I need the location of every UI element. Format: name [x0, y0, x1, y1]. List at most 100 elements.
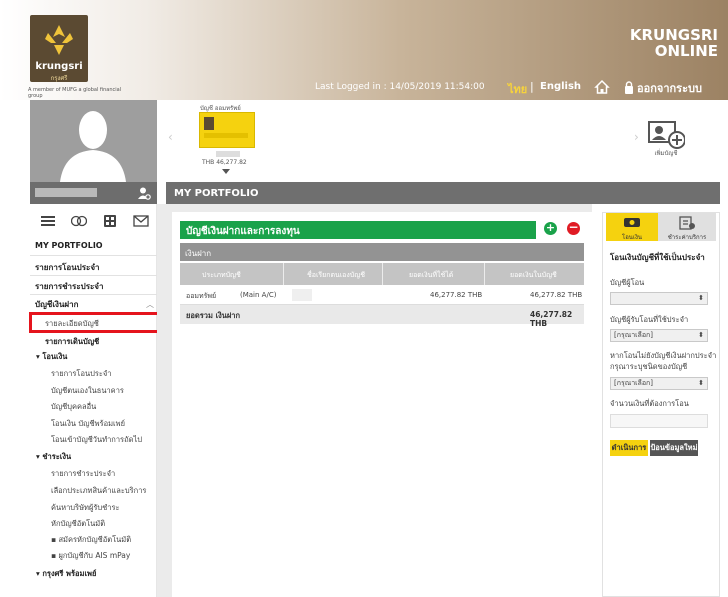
from-account-select[interactable]: ⬍ — [610, 292, 708, 305]
sidebar-pay-item[interactable]: รายการชำระประจำ — [51, 468, 115, 480]
sidebar-pay[interactable]: ▾ ชำระเงิน — [36, 451, 71, 463]
mufg-member-text: A member of MUFG a global financial grou… — [28, 87, 122, 99]
calculator-icon[interactable] — [102, 214, 118, 228]
account-card-balance: THB 46,277.82 — [202, 159, 247, 166]
cell-balance: 46,277.82 THB — [530, 291, 583, 299]
note-line-2: กรุณาระบุชนิดของบัญชี — [610, 362, 688, 371]
card-caret-icon[interactable] — [222, 169, 230, 174]
add-button[interactable]: + — [544, 222, 557, 235]
column-header: ยอดเงินในบัญชี — [510, 271, 557, 279]
column-separator — [283, 263, 284, 285]
username-masked — [35, 188, 97, 197]
sidebar-transfer-item[interactable]: โอนเงิน บัญชีพร้อมเพย์ — [51, 418, 125, 430]
lang-th-link[interactable]: ไทย — [508, 80, 527, 98]
quick-transfer-title: โอนเงินบัญชีที่ใช้เป็นประจำ — [610, 253, 705, 262]
sidebar-transfer-label: โอนเงิน — [42, 352, 68, 361]
deposit-subheader: เงินฝาก — [180, 243, 584, 261]
page-title: MY PORTFOLIO — [174, 188, 259, 199]
sidebar-transfer-item[interactable]: บัญชีตนเองในธนาคาร — [51, 385, 124, 397]
transfer-icon — [624, 218, 640, 227]
column-separator — [484, 263, 485, 285]
clear-button[interactable]: ป้อนข้อมูลใหม่ — [650, 440, 698, 456]
account-kind-value: [กรุณาเลือก] — [614, 379, 654, 387]
to-account-value: [กรุณาเลือก] — [614, 331, 654, 339]
table-total-row: ยอดรวม เงินฝาก 46,277.82 THB — [180, 305, 584, 328]
avatar — [30, 100, 157, 182]
sidebar-divider — [30, 255, 157, 256]
logo-subtext: กรุงศรี — [50, 75, 68, 82]
lang-en-link[interactable]: English — [540, 81, 581, 92]
sidebar-pay-subitem[interactable]: ▪ สมัครหักบัญชีอัตโนมัติ — [51, 534, 131, 546]
cell-main: (Main A/C) — [240, 291, 277, 299]
logout-button[interactable]: ออกจากระบบ — [624, 79, 702, 97]
page: krungsri กรุงศรี A member of MUFG a glob… — [0, 0, 728, 597]
payment-icon — [679, 216, 695, 230]
card-strip — [204, 133, 248, 138]
to-account-select[interactable]: [กรุณาเลือก] ⬍ — [610, 329, 708, 342]
mail-icon[interactable] — [133, 214, 149, 228]
logo-mark-icon — [45, 25, 73, 55]
table-header: ประเภทบัญชี ชื่อเรียกตนเองบัญชี ยอดเงินท… — [180, 263, 584, 285]
sidebar-pay-item[interactable]: เลือกประเภทสินค้าและบริการ — [51, 485, 146, 497]
sidebar-divider — [30, 275, 157, 276]
page-title-bar: MY PORTFOLIO — [166, 182, 720, 204]
sidebar-divider — [30, 294, 157, 295]
home-icon[interactable] — [594, 79, 610, 95]
sidebar-pay-subitem[interactable]: ▪ ผูกบัญชีกับ AIS mPay — [51, 550, 130, 562]
logout-label: ออกจากระบบ — [637, 82, 702, 95]
account-number-masked — [216, 151, 240, 157]
collapse-icon[interactable]: ︿ — [146, 299, 154, 310]
krungsri-logo[interactable]: krungsri กรุงศรี — [30, 15, 88, 82]
section-title: บัญชีเงินฝากและการลงทุน — [186, 226, 300, 237]
sidebar-transfer-item[interactable]: โอนเข้าบัญชีวันทำการถัดไป — [51, 434, 142, 446]
exchange-icon[interactable] — [71, 214, 87, 228]
from-account-label: บัญชีผู้โอน — [610, 278, 645, 287]
add-account-label: เพิ่มบัญชี — [654, 150, 678, 157]
sidebar-statement[interactable]: รายการเดินบัญชี — [45, 336, 99, 348]
brand-title: KRUNGSRI ONLINE — [630, 27, 718, 59]
chevron-down-icon: ⬍ — [698, 294, 704, 302]
sidebar-transfer-list[interactable]: รายการโอนประจำ — [35, 261, 100, 274]
sidebar-deposit[interactable]: บัญชีเงินฝาก — [35, 298, 78, 311]
highlight-box — [29, 312, 161, 333]
tab-payment[interactable]: ชำระค่าบริการ — [658, 213, 716, 241]
sidebar-payment-list[interactable]: รายการชำระประจำ — [35, 280, 103, 293]
card-chip — [204, 117, 214, 130]
sidebar-transfer[interactable]: ▾ โอนเงิน — [36, 351, 67, 363]
user-settings-icon[interactable] — [137, 186, 151, 200]
add-account-icon[interactable] — [647, 120, 685, 150]
column-header: ชื่อเรียกตนเองบัญชี — [307, 271, 365, 279]
sidebar-pay-subitem-label: สมัครหักบัญชีอัตโนมัติ — [58, 535, 132, 544]
submit-button[interactable]: ดำเนินการ — [610, 440, 648, 456]
cell-available: 46,277.82 THB — [430, 291, 483, 299]
column-header: ยอดเงินที่ใช้ได้ — [409, 271, 454, 279]
to-account-label: บัญชีผู้รับโอนที่ใช้ประจำ — [610, 315, 689, 324]
carousel-next-icon[interactable]: › — [634, 130, 639, 144]
section-header: บัญชีเงินฝากและการลงทุน — [180, 221, 536, 239]
amount-label: จำนวนเงินที่ต้องการโอน — [610, 399, 689, 408]
sidebar-transfer-item[interactable]: บัญชีบุคคลอื่น — [51, 401, 96, 413]
chevron-down-icon: ⬍ — [698, 331, 704, 339]
sidebar-promptpay-label: กรุงศรี พร้อมเพย์ — [42, 569, 97, 578]
sidebar-transfer-item[interactable]: รายการโอนประจำ — [51, 368, 112, 380]
sidebar-pay-item[interactable]: หักบัญชีอัตโนมัติ — [51, 518, 105, 530]
amount-input[interactable] — [610, 414, 708, 428]
lock-icon — [625, 81, 633, 94]
sidebar-pay-item[interactable]: ค้นหาบริษัทผู้รับชำระ — [51, 502, 120, 514]
table-row[interactable]: ออมทรัพย์ (Main A/C) 46,277.82 THB 46,27… — [180, 285, 584, 305]
tab-transfer[interactable]: โอนเงิน — [606, 213, 658, 241]
sidebar-pay-label: ชำระเงิน — [42, 452, 72, 461]
remove-button[interactable]: − — [567, 221, 580, 235]
lang-separator: | — [530, 80, 534, 93]
sidebar-promptpay[interactable]: ▾ กรุงศรี พร้อมเพย์ — [36, 568, 96, 580]
last-logged-text: Last Logged in : 14/05/2019 11:54:00 — [315, 82, 485, 92]
menu-icon[interactable] — [40, 214, 56, 228]
carousel-prev-icon[interactable]: ‹ — [168, 130, 173, 144]
nickname-masked — [292, 289, 312, 301]
account-card[interactable] — [199, 112, 255, 148]
sidebar-my-portfolio[interactable]: MY PORTFOLIO — [35, 241, 103, 250]
total-label: ยอดรวม เงินฝาก — [186, 311, 241, 320]
cell-type: ออมทรัพย์ — [186, 292, 217, 300]
account-kind-select[interactable]: [กรุณาเลือก] ⬍ — [610, 377, 708, 390]
column-header: ประเภทบัญชี — [202, 271, 241, 279]
